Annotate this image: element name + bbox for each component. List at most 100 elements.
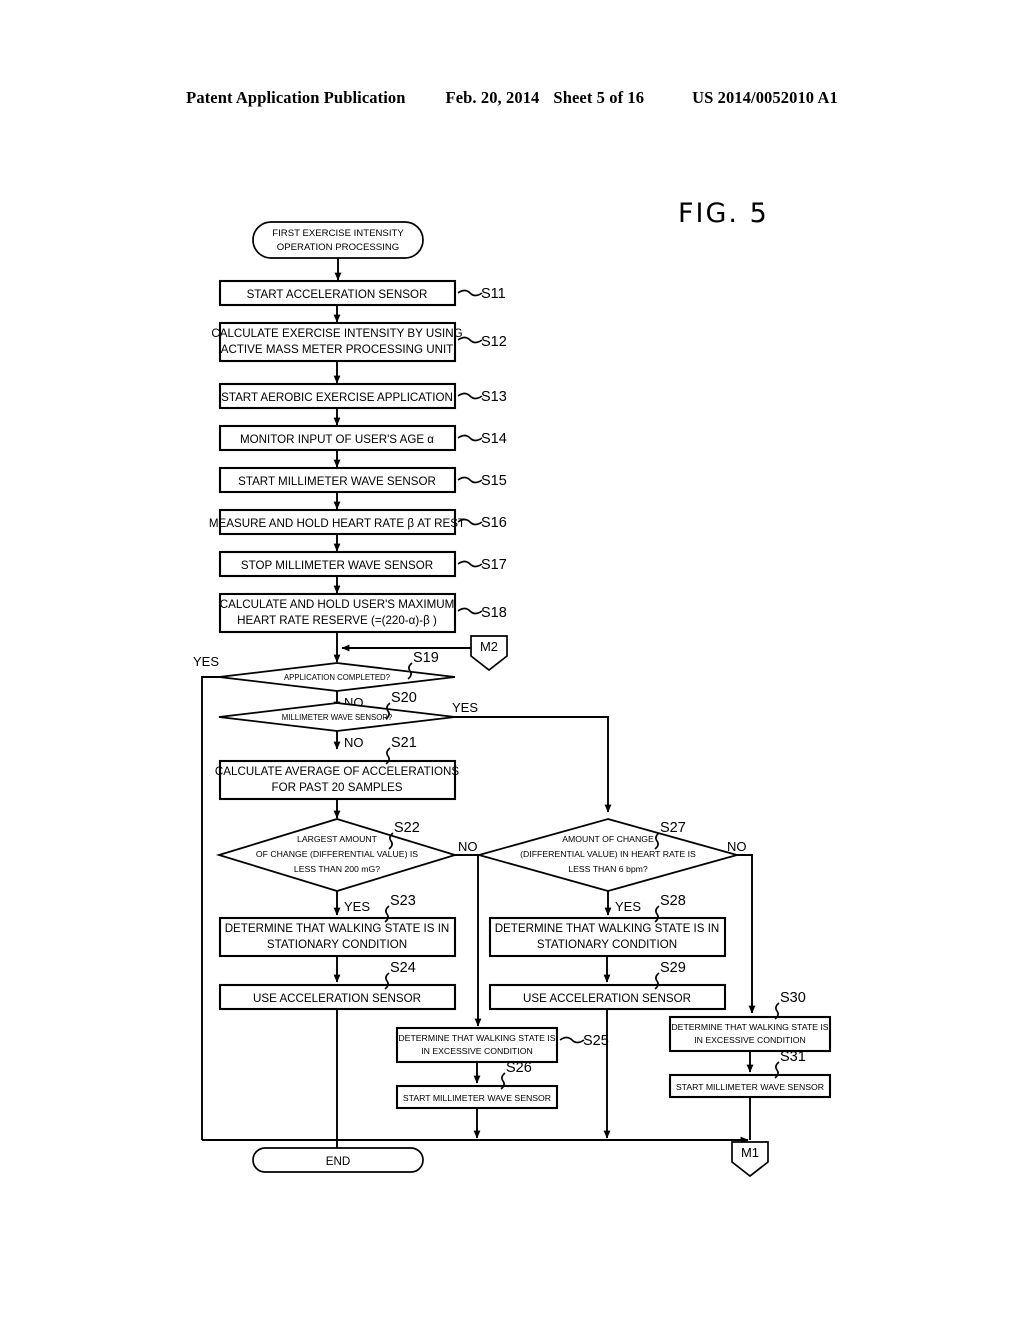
s20-no-label: NO [344,735,364,750]
step-label-s18: S18 [481,605,507,621]
node-s18: CALCULATE AND HOLD USER'S MAXIMUM HEART … [218,592,457,634]
s31-line1: START MILLIMETER WAVE SENSOR [676,1082,824,1092]
svg-text:USE ACCELERATION SENSOR: USE ACCELERATION SENSOR [523,992,691,1005]
end-label: END [326,1155,350,1168]
s27-line2: (DIFFERENTIAL VALUE) IN HEART RATE IS [520,849,696,859]
connector-m1-label: M1 [741,1145,759,1160]
svg-text:IN EXCESSIVE CONDITION: IN EXCESSIVE CONDITION [421,1046,533,1056]
svg-text:OF CHANGE (DIFFERENTIAL VALUE): OF CHANGE (DIFFERENTIAL VALUE) IS [256,849,418,859]
svg-text:DETERMINE THAT WALKING STATE I: DETERMINE THAT WALKING STATE IS IN [225,922,450,935]
s23-line1: DETERMINE THAT WALKING STATE IS IN [225,922,450,935]
node-start: FIRST EXERCISE INTENSITY OPERATION PROCE… [252,221,424,259]
s19-line1: APPLICATION COMPLETED? [284,673,391,682]
step-label-s12: S12 [481,334,507,350]
s23-line2: STATIONARY CONDITION [267,938,407,951]
s22-yes-label: YES [344,899,370,914]
node-s11: START ACCELERATION SENSOR [218,279,457,307]
step-label-s20: S20 [391,690,417,706]
s20-line1: MILLIMETER WAVE SENSOR? [282,713,393,722]
svg-text:HEART RATE RESERVE (=(220-α)-: HEART RATE RESERVE (=(220-α)-β ) [237,614,437,627]
step-label-s29: S29 [660,960,686,976]
s15-line1: START MILLIMETER WAVE SENSOR [238,475,436,488]
node-s30: DETERMINE THAT WALKING STATE IS IN EXCES… [668,1015,832,1053]
svg-text:CALCULATE AND HOLD USER'S MAXI: CALCULATE AND HOLD USER'S MAXIMUM [220,598,455,611]
s18-line2: HEART RATE RESERVE (=(220-α)-β ) [237,614,437,627]
svg-text:STATIONARY CONDITION: STATIONARY CONDITION [267,938,407,951]
s22-no-label: NO [458,839,478,854]
node-s14: MONITOR INPUT OF USER'S AGE α [218,424,457,452]
node-s24: USE ACCELERATION SENSOR [218,983,457,1011]
svg-text:LESS THAN 6 bpm?: LESS THAN 6 bpm? [568,864,648,874]
s11-line1: START ACCELERATION SENSOR [247,288,428,301]
s12-line1: CALCULATE EXERCISE INTENSITY BY USING [211,327,462,340]
node-s23: DETERMINE THAT WALKING STATE IS IN STATI… [218,916,457,958]
s12-line2: ACTIVE MASS METER PROCESSING UNIT [221,343,454,356]
s24-line1: USE ACCELERATION SENSOR [253,992,421,1005]
node-s16: MEASURE AND HOLD HEART RATE β AT REST [209,508,465,536]
svg-text:APPLICATION COMPLETED?: APPLICATION COMPLETED? [284,673,391,682]
s19-yes-label: YES [193,654,219,669]
s27-line3: LESS THAN 6 bpm? [568,864,648,874]
svg-text:OPERATION PROCESSING: OPERATION PROCESSING [277,242,399,253]
svg-text:FIRST EXERCISE INTENSITY: FIRST EXERCISE INTENSITY [272,228,404,239]
step-label-s17: S17 [481,557,507,573]
s27-no-label: NO [727,839,747,854]
step-label-s23: S23 [390,893,416,909]
step-label-s13: S13 [481,389,507,405]
svg-text:MILLIMETER WAVE SENSOR?: MILLIMETER WAVE SENSOR? [282,713,393,722]
step-label-s22: S22 [394,820,420,836]
step-label-s24: S24 [390,960,416,976]
s14-line1: MONITOR INPUT OF USER'S AGE α [240,433,434,446]
step-label-s19: S19 [413,650,439,666]
svg-text:START MILLIMETER WAVE SENSOR: START MILLIMETER WAVE SENSOR [403,1093,551,1103]
svg-text:START MILLIMETER WAVE SENSOR: START MILLIMETER WAVE SENSOR [676,1082,824,1092]
svg-text:CALCULATE EXERCISE INTENSITY B: CALCULATE EXERCISE INTENSITY BY USING [211,327,462,340]
svg-text:MEASURE AND HOLD HEART RATE β: MEASURE AND HOLD HEART RATE β AT REST [209,517,465,530]
step-label-s25: S25 [583,1033,609,1049]
step-label-s26: S26 [506,1060,532,1076]
svg-text:END: END [326,1155,350,1168]
svg-text:STOP MILLIMETER WAVE SENSOR: STOP MILLIMETER WAVE SENSOR [241,559,433,572]
node-s20: MILLIMETER WAVE SENSOR? [218,702,456,732]
svg-text:MONITOR INPUT OF USER'S AGE α: MONITOR INPUT OF USER'S AGE α [240,433,434,446]
step-label-s27: S27 [660,820,686,836]
s29-line1: USE ACCELERATION SENSOR [523,992,691,1005]
svg-text:CALCULATE AVERAGE OF ACCELERAT: CALCULATE AVERAGE OF ACCELERATIONS [215,765,459,778]
svg-text:START ACCELERATION SENSOR: START ACCELERATION SENSOR [247,288,428,301]
node-s31: START MILLIMETER WAVE SENSOR [668,1073,832,1099]
node-end: END [252,1147,424,1173]
svg-text:START AEROBIC EXERCISE APPLICA: START AEROBIC EXERCISE APPLICATION [221,391,453,404]
patent-page: Patent Application Publication Feb. 20, … [0,0,1024,1320]
connector-m2-label: M2 [480,639,498,654]
step-label-s14: S14 [481,431,507,447]
step-label-s30: S30 [780,990,806,1006]
svg-text:START MILLIMETER WAVE SENSOR: START MILLIMETER WAVE SENSOR [238,475,436,488]
s28-line1: DETERMINE THAT WALKING STATE IS IN [495,922,720,935]
svg-text:FOR PAST 20 SAMPLES: FOR PAST 20 SAMPLES [271,781,402,794]
s20-yes-label: YES [452,700,478,715]
svg-text:DETERMINE THAT WALKING STATE I: DETERMINE THAT WALKING STATE IS IN [495,922,720,935]
svg-text:STATIONARY CONDITION: STATIONARY CONDITION [537,938,677,951]
node-s12: CALCULATE EXERCISE INTENSITY BY USING AC… [211,321,463,363]
svg-text:IN EXCESSIVE CONDITION: IN EXCESSIVE CONDITION [694,1035,806,1045]
s21-line2: FOR PAST 20 SAMPLES [271,781,402,794]
s27-line1: AMOUNT OF CHANGE [562,834,654,844]
s27-yes-label: YES [615,899,641,914]
s30-line1: DETERMINE THAT WALKING STATE IS [671,1022,828,1032]
s26-line1: START MILLIMETER WAVE SENSOR [403,1093,551,1103]
svg-text:DETERMINE THAT WALKING STATE I: DETERMINE THAT WALKING STATE IS [671,1022,828,1032]
s18-line1: CALCULATE AND HOLD USER'S MAXIMUM [220,598,455,611]
start-line1: FIRST EXERCISE INTENSITY [272,228,404,239]
node-s17: STOP MILLIMETER WAVE SENSOR [218,550,457,578]
s22-line3: LESS THAN 200 mG? [294,864,380,874]
s30-line2: IN EXCESSIVE CONDITION [694,1035,806,1045]
s17-line1: STOP MILLIMETER WAVE SENSOR [241,559,433,572]
connector-m1: M1 [731,1141,769,1178]
svg-text:LARGEST AMOUNT: LARGEST AMOUNT [297,834,378,844]
s25-line2: IN EXCESSIVE CONDITION [421,1046,533,1056]
node-s13: START AEROBIC EXERCISE APPLICATION [218,382,457,410]
flowchart-diagram: FIRST EXERCISE INTENSITY OPERATION PROCE… [193,221,832,1178]
s16-line1: MEASURE AND HOLD HEART RATE β AT REST [209,517,465,530]
node-s21: CALCULATE AVERAGE OF ACCELERATIONS FOR P… [215,759,459,801]
step-label-s31: S31 [780,1049,806,1065]
